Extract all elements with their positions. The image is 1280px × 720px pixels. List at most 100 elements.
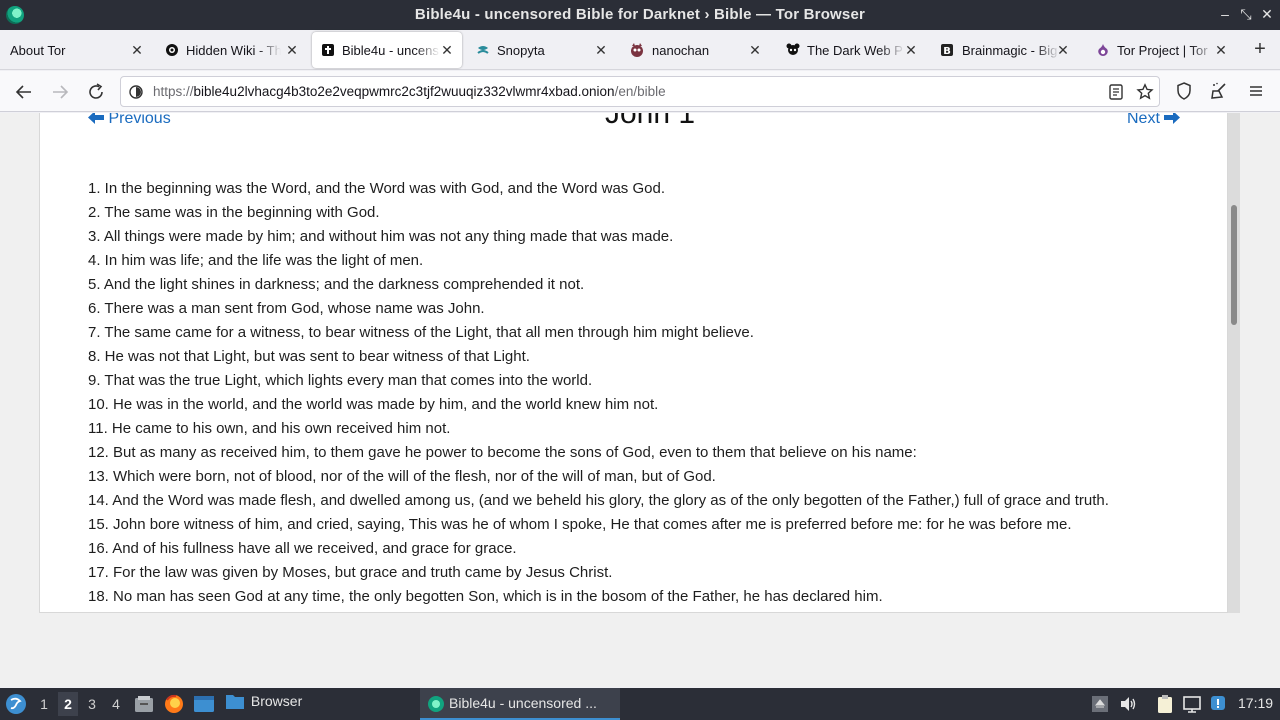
browser-launcher-label: Browser — [250, 693, 303, 709]
snopyta-icon — [477, 46, 489, 54]
verse-2: 2. The same was in the beginning with Go… — [88, 204, 380, 221]
back-arrow-icon[interactable] — [13, 81, 35, 103]
window-app-icon[interactable] — [193, 695, 215, 713]
url-text[interactable]: https://bible4u2lvhacg4b3to2e2veqpwmrc2c… — [153, 84, 666, 99]
window-titlebar: Bible4u - uncensored Bible for Darknet ›… — [0, 0, 1280, 30]
vertical-scrollbar[interactable] — [1228, 113, 1240, 613]
arrow-right-icon — [1164, 113, 1181, 124]
tab-nanochan[interactable]: nanochan ✕ — [620, 32, 770, 68]
scrollbar-thumb[interactable] — [1231, 205, 1237, 325]
verse-18: 18. No man has seen God at any time, the… — [88, 588, 883, 605]
workspace-3[interactable]: 3 — [82, 692, 102, 716]
close-tab-icon[interactable]: ✕ — [902, 41, 920, 59]
new-tab-button[interactable]: + — [1250, 38, 1270, 62]
active-window-label: Bible4u - uncensored ... — [449, 695, 597, 711]
verse-list: 1. In the beginning was the Word, and th… — [88, 179, 1208, 611]
tor-browser-taskbar-icon — [428, 696, 444, 712]
verse-16: 16. And of his fullness have all we rece… — [88, 540, 517, 557]
volume-icon[interactable] — [1118, 694, 1138, 714]
tab-label: About Tor — [10, 43, 66, 58]
folder-icon — [226, 695, 244, 709]
maximize-icon[interactable]: ⤡ — [1237, 5, 1255, 23]
tor-onion-icon — [1098, 44, 1108, 56]
tab-brainmagic[interactable]: B Brainmagic - Big ✕ — [930, 32, 1078, 68]
tab-label: The Dark Web P — [807, 43, 903, 58]
browser-launcher[interactable]: Browser — [225, 692, 302, 716]
clock[interactable]: 17:19 — [1238, 695, 1273, 711]
onion-site-icon[interactable] — [129, 85, 143, 99]
url-path: /en/bible — [614, 84, 666, 99]
tab-bible4u[interactable]: Bible4u - uncens ✕ — [312, 32, 462, 68]
verse-6: 6. There was a man sent from God, whose … — [88, 300, 485, 317]
verse-5: 5. And the light shines in darkness; and… — [88, 276, 585, 293]
onion-icon — [166, 44, 178, 56]
navigation-toolbar: https://bible4u2lvhacg4b3to2e2veqpwmrc2c… — [0, 71, 1280, 112]
verse-9: 9. That was the true Light, which lights… — [88, 372, 593, 389]
tab-tor-project[interactable]: Tor Project | Tor ✕ — [1086, 32, 1236, 68]
network-icon[interactable] — [1182, 694, 1202, 714]
address-bar[interactable]: https://bible4u2lvhacg4b3to2e2veqpwmrc2c… — [120, 76, 1160, 107]
tab-label: nanochan — [652, 43, 710, 58]
verse-12: 12. But as many as received him, to them… — [88, 444, 917, 461]
tab-strip: About Tor ✕ Hidden Wiki - The ✕ Bible4u … — [0, 30, 1280, 70]
verse-11: 11. He came to his own, and his own rece… — [88, 420, 451, 437]
reader-view-icon[interactable] — [1107, 83, 1125, 101]
system-taskbar: 1 2 3 4 Browser Bible4u - uncensored ...… — [0, 688, 1280, 720]
page-viewport: Previous John 1 Next 1. In the beginning… — [0, 113, 1280, 687]
close-tab-icon[interactable]: ✕ — [128, 41, 146, 59]
workspace-1[interactable]: 1 — [34, 692, 54, 716]
verse-3: 3. All things were made by him; and with… — [88, 228, 674, 245]
shield-icon[interactable] — [1174, 81, 1194, 101]
close-tab-icon[interactable]: ✕ — [283, 41, 301, 59]
url-protocol: https:// — [153, 84, 194, 99]
start-menu-icon[interactable] — [5, 693, 27, 715]
close-tab-icon[interactable]: ✕ — [1212, 41, 1230, 59]
workspace-4[interactable]: 4 — [106, 692, 126, 716]
tab-label: Brainmagic - Big — [962, 43, 1058, 58]
verse-15: 15. John bore witness of him, and cried,… — [88, 516, 1072, 533]
active-window-button[interactable]: Bible4u - uncensored ... — [420, 688, 620, 720]
workspace-2[interactable]: 2 — [58, 692, 78, 716]
tab-label: Tor Project | Tor — [1117, 43, 1208, 58]
reload-icon[interactable] — [85, 81, 107, 103]
verse-1: 1. In the beginning was the Word, and th… — [88, 180, 665, 197]
verse-8: 8. He was not that Light, but was sent t… — [88, 348, 530, 365]
tab-label: Hidden Wiki - The — [186, 43, 281, 58]
hamburger-menu-icon[interactable] — [1246, 81, 1266, 101]
next-label: Next — [1127, 113, 1160, 127]
tab-label: Snopyta — [497, 43, 545, 58]
url-host: bible4u2lvhacg4b3to2e2veqpwmrc2c3tjf2wuu… — [193, 84, 615, 99]
verse-14: 14. And the Word was made flesh, and dwe… — [88, 492, 1109, 509]
minimize-icon[interactable]: – — [1216, 5, 1234, 23]
close-tab-icon[interactable]: ✕ — [1054, 41, 1072, 59]
eject-icon[interactable] — [1090, 694, 1110, 714]
next-chapter-link[interactable]: Next — [1127, 113, 1181, 128]
firefox-icon[interactable] — [164, 694, 184, 714]
tab-about-tor[interactable]: About Tor ✕ — [0, 32, 152, 68]
tab-hidden-wiki[interactable]: Hidden Wiki - The ✕ — [155, 32, 307, 68]
close-tab-icon[interactable]: ✕ — [592, 41, 610, 59]
close-tab-icon[interactable]: ✕ — [746, 41, 764, 59]
verse-10: 10. He was in the world, and the world w… — [88, 396, 659, 413]
close-tab-icon[interactable]: ✕ — [438, 41, 456, 59]
bible-icon — [322, 44, 334, 56]
notification-icon[interactable] — [1208, 694, 1228, 714]
verse-7: 7. The same came for a witness, to bear … — [88, 324, 754, 341]
tab-label: Bible4u - uncens — [342, 43, 439, 58]
file-manager-icon[interactable] — [134, 695, 154, 713]
verse-13: 13. Which were born, not of blood, nor o… — [88, 468, 716, 485]
bitcoin-icon: B — [941, 44, 953, 57]
chapter-title: John 1 — [604, 113, 696, 130]
new-identity-broom-icon[interactable] — [1209, 81, 1229, 101]
verse-4: 4. In him was life; and the life was the… — [88, 252, 424, 269]
tab-dark-web[interactable]: The Dark Web P ✕ — [776, 32, 926, 68]
darkweb-icon — [786, 43, 800, 55]
bookmark-star-icon[interactable] — [1136, 83, 1154, 101]
clipboard-icon[interactable] — [1155, 694, 1175, 714]
window-title: Bible4u - uncensored Bible for Darknet ›… — [414, 6, 866, 23]
close-window-icon[interactable]: ✕ — [1258, 5, 1276, 23]
nanochan-icon — [631, 43, 643, 57]
tab-snopyta[interactable]: Snopyta ✕ — [466, 32, 616, 68]
forward-arrow-icon[interactable] — [49, 81, 71, 103]
svg-text:B: B — [943, 46, 951, 57]
